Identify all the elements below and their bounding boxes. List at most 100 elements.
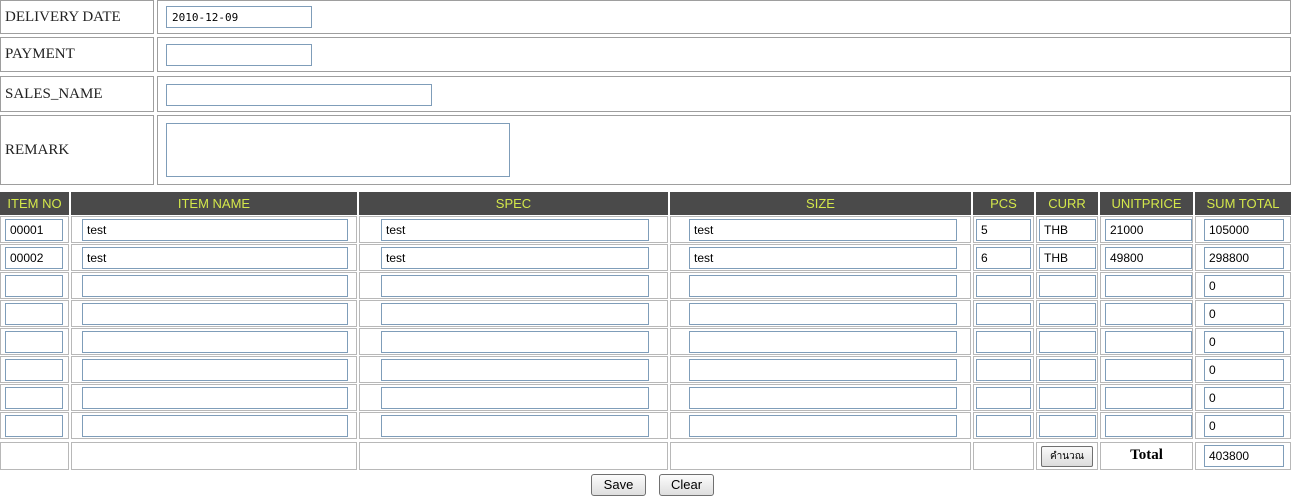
pcs-input[interactable] bbox=[976, 331, 1031, 353]
size-input[interactable] bbox=[689, 303, 957, 325]
table-cell bbox=[1195, 244, 1291, 271]
footer-cell bbox=[359, 442, 668, 470]
pcs-input[interactable] bbox=[976, 359, 1031, 381]
spec-input[interactable] bbox=[381, 219, 649, 241]
spec-input[interactable] bbox=[381, 359, 649, 381]
pcs-input[interactable] bbox=[976, 219, 1031, 241]
grand-total-input[interactable] bbox=[1204, 445, 1284, 467]
item-name-input[interactable] bbox=[82, 275, 348, 297]
item-name-input[interactable] bbox=[82, 331, 348, 353]
table-cell bbox=[0, 356, 69, 383]
unitprice-input[interactable] bbox=[1105, 275, 1192, 297]
table-cell bbox=[0, 384, 69, 411]
item-no-input[interactable] bbox=[5, 359, 63, 381]
item-no-input[interactable] bbox=[5, 303, 63, 325]
item-name-input[interactable] bbox=[82, 219, 348, 241]
spec-input[interactable] bbox=[381, 331, 649, 353]
sales-name-input[interactable] bbox=[166, 84, 432, 106]
size-input[interactable] bbox=[689, 387, 957, 409]
table-cell bbox=[71, 356, 357, 383]
spec-input[interactable] bbox=[381, 387, 649, 409]
unitprice-input[interactable] bbox=[1105, 219, 1192, 241]
curr-input[interactable] bbox=[1039, 275, 1096, 297]
item-no-input[interactable] bbox=[5, 331, 63, 353]
column-header-item-no: ITEM NO bbox=[0, 192, 69, 215]
size-input[interactable] bbox=[689, 331, 957, 353]
unitprice-input[interactable] bbox=[1105, 359, 1192, 381]
table-cell bbox=[973, 356, 1034, 383]
sum-total-input[interactable] bbox=[1204, 219, 1284, 241]
sum-total-input[interactable] bbox=[1204, 247, 1284, 269]
payment-input[interactable] bbox=[166, 44, 312, 66]
curr-input[interactable] bbox=[1039, 359, 1096, 381]
table-cell bbox=[359, 300, 668, 327]
sum-total-input[interactable] bbox=[1204, 303, 1284, 325]
sum-total-input[interactable] bbox=[1204, 387, 1284, 409]
item-no-input[interactable] bbox=[5, 275, 63, 297]
unitprice-input[interactable] bbox=[1105, 247, 1192, 269]
unitprice-input[interactable] bbox=[1105, 415, 1192, 437]
size-input[interactable] bbox=[689, 275, 957, 297]
size-input[interactable] bbox=[689, 247, 957, 269]
table-cell bbox=[1036, 272, 1098, 299]
spec-input[interactable] bbox=[381, 415, 649, 437]
footer-cell bbox=[973, 442, 1034, 470]
table-cell bbox=[1195, 328, 1291, 355]
item-name-input[interactable] bbox=[82, 247, 348, 269]
item-no-input[interactable] bbox=[5, 219, 63, 241]
table-cell bbox=[71, 216, 357, 243]
remark-label: REMARK bbox=[0, 115, 154, 185]
table-cell bbox=[670, 216, 971, 243]
item-no-input[interactable] bbox=[5, 247, 63, 269]
delivery-date-input[interactable] bbox=[166, 6, 312, 28]
table-cell bbox=[1100, 412, 1193, 439]
calculate-button[interactable]: คำนวณ bbox=[1041, 446, 1093, 467]
item-name-input[interactable] bbox=[82, 415, 348, 437]
column-header-spec: SPEC bbox=[359, 192, 668, 215]
table-cell bbox=[1036, 412, 1098, 439]
table-cell bbox=[670, 412, 971, 439]
curr-input[interactable] bbox=[1039, 415, 1096, 437]
column-header-curr: CURR bbox=[1036, 192, 1098, 215]
item-name-input[interactable] bbox=[82, 387, 348, 409]
item-no-input[interactable] bbox=[5, 415, 63, 437]
size-input[interactable] bbox=[689, 219, 957, 241]
column-header-unitprice: UNITPRICE bbox=[1100, 192, 1193, 215]
table-cell bbox=[0, 244, 69, 271]
size-input[interactable] bbox=[689, 415, 957, 437]
spec-input[interactable] bbox=[381, 247, 649, 269]
pcs-input[interactable] bbox=[976, 303, 1031, 325]
table-cell bbox=[973, 328, 1034, 355]
sum-total-input[interactable] bbox=[1204, 359, 1284, 381]
unitprice-input[interactable] bbox=[1105, 331, 1192, 353]
table-cell bbox=[1100, 328, 1193, 355]
footer-cell: คำนวณ bbox=[1036, 442, 1098, 470]
curr-input[interactable] bbox=[1039, 303, 1096, 325]
table-cell bbox=[670, 300, 971, 327]
curr-input[interactable] bbox=[1039, 331, 1096, 353]
remark-textarea[interactable] bbox=[166, 123, 510, 177]
curr-input[interactable] bbox=[1039, 247, 1096, 269]
table-cell bbox=[0, 412, 69, 439]
pcs-input[interactable] bbox=[976, 247, 1031, 269]
spec-input[interactable] bbox=[381, 275, 649, 297]
save-button[interactable]: Save bbox=[591, 474, 646, 496]
curr-input[interactable] bbox=[1039, 219, 1096, 241]
size-input[interactable] bbox=[689, 359, 957, 381]
unitprice-input[interactable] bbox=[1105, 387, 1192, 409]
sum-total-input[interactable] bbox=[1204, 331, 1284, 353]
unitprice-input[interactable] bbox=[1105, 303, 1192, 325]
pcs-input[interactable] bbox=[976, 415, 1031, 437]
item-name-input[interactable] bbox=[82, 303, 348, 325]
curr-input[interactable] bbox=[1039, 387, 1096, 409]
sum-total-input[interactable] bbox=[1204, 415, 1284, 437]
sum-total-input[interactable] bbox=[1204, 275, 1284, 297]
item-no-input[interactable] bbox=[5, 387, 63, 409]
pcs-input[interactable] bbox=[976, 275, 1031, 297]
clear-button[interactable]: Clear bbox=[659, 474, 714, 496]
spec-input[interactable] bbox=[381, 303, 649, 325]
payment-label: PAYMENT bbox=[0, 37, 154, 72]
pcs-input[interactable] bbox=[976, 387, 1031, 409]
item-name-input[interactable] bbox=[82, 359, 348, 381]
table-cell bbox=[1195, 216, 1291, 243]
